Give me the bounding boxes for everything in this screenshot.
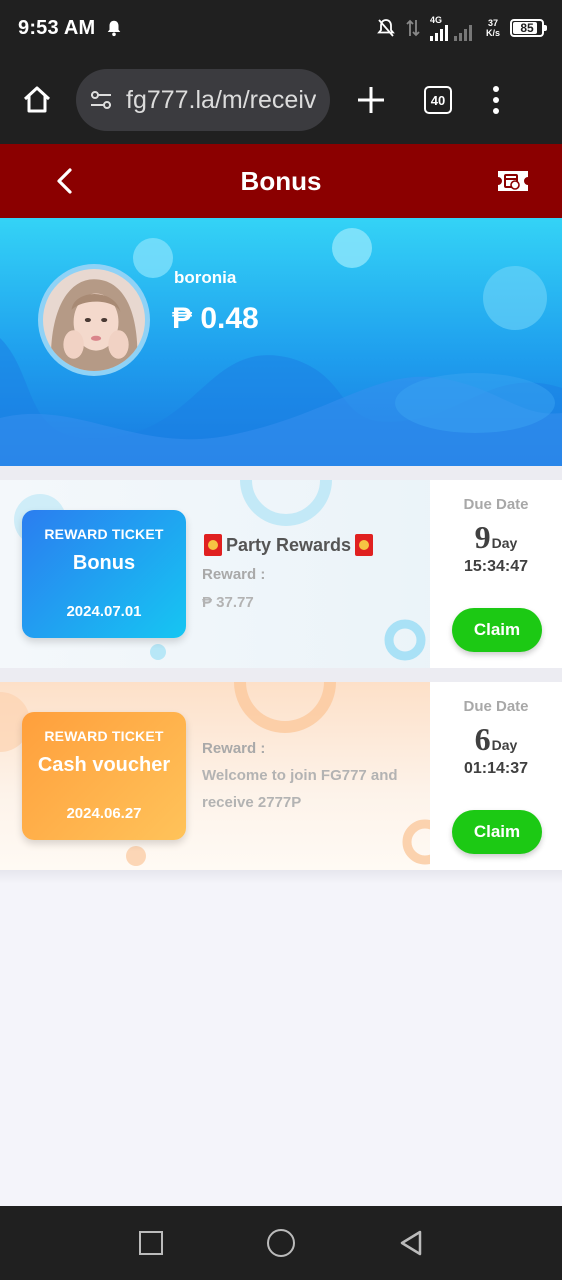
due-date-panel: Due Date 6 Day 01:14:37 Claim — [430, 682, 562, 870]
reward-value: ₱ 37.77 — [202, 594, 254, 611]
home-nav-button[interactable] — [267, 1229, 295, 1257]
network-speed: 37 K/s — [485, 18, 500, 38]
app-header: Bonus — [0, 144, 562, 218]
mute-bell-icon — [377, 19, 395, 37]
tab-switcher-button[interactable]: 40 — [424, 86, 452, 114]
status-bar: 9:53 AM 4G 37 K/s 85 — [0, 0, 562, 56]
back-arrow-icon[interactable] — [52, 166, 78, 196]
reward-label: Reward : — [202, 566, 266, 583]
url-text[interactable]: fg777.la/m/receiv — [126, 86, 316, 115]
new-tab-icon[interactable] — [354, 83, 388, 117]
due-days: 9 Day — [474, 519, 518, 555]
countdown-timer: 01:14:37 — [463, 760, 529, 777]
reward-label: Reward : — [202, 740, 266, 757]
battery-level: 85 — [520, 21, 534, 35]
reward-ticket: REWARD TICKET Bonus 2024.07.01 — [22, 510, 186, 638]
profile-banner: boronia ₱ 0.48 — [0, 218, 562, 466]
signal-icon — [429, 24, 472, 41]
browser-toolbar: fg777.la/m/receiv 40 — [0, 56, 562, 144]
reward-ticket: REWARD TICKET Cash voucher 2024.06.27 — [22, 712, 186, 840]
username: boronia — [174, 268, 237, 287]
balance-amount: ₱ 0.48 — [172, 302, 259, 335]
promo-title: Party Rewards — [204, 534, 374, 556]
empty-area — [0, 870, 562, 1206]
ticket-history-icon[interactable] — [496, 168, 530, 194]
promo-title-text: Party Rewards — [226, 534, 352, 555]
system-nav-bar — [0, 1206, 562, 1280]
ticket-date: 2024.07.01 — [66, 603, 142, 620]
ticket-date: 2024.06.27 — [66, 805, 142, 822]
recents-button[interactable] — [139, 1231, 163, 1255]
page-title: Bonus — [240, 165, 322, 196]
data-arrows-icon — [406, 19, 420, 37]
address-bar[interactable]: fg777.la/m/receiv — [76, 69, 330, 131]
home-button[interactable] — [18, 81, 56, 119]
countdown-timer: 15:34:47 — [463, 558, 529, 575]
network-type: 4G — [429, 14, 442, 25]
notification-bell-icon — [108, 20, 121, 37]
avatar-photo — [43, 269, 145, 371]
ticket-name: Cash voucher — [37, 754, 171, 776]
site-settings-icon[interactable] — [88, 87, 114, 113]
due-date-panel: Due Date 9 Day 15:34:47 Claim — [430, 480, 562, 668]
due-days: 6 Day — [474, 721, 518, 757]
reward-value: Welcome to join FG777 and receive 2777P — [202, 767, 398, 811]
reward-card: REWARD TICKET Cash voucher 2024.06.27 Re… — [0, 682, 562, 870]
back-triangle-icon[interactable] — [399, 1230, 423, 1256]
avatar — [38, 264, 150, 376]
more-menu-icon[interactable] — [492, 86, 500, 114]
ticket-type: REWARD TICKET — [44, 526, 164, 542]
red-envelope-icon — [204, 534, 222, 556]
due-date-label: Due Date — [463, 496, 529, 513]
battery-icon: 85 — [510, 19, 547, 37]
due-date-label: Due Date — [463, 698, 529, 715]
red-envelope-icon — [355, 534, 374, 556]
section-divider — [0, 668, 562, 682]
ticket-name: Bonus — [72, 552, 136, 574]
section-divider — [0, 466, 562, 480]
reward-card: REWARD TICKET Bonus 2024.07.01 Party Rew… — [0, 480, 562, 668]
status-time: 9:53 AM — [18, 16, 96, 39]
ticket-type: REWARD TICKET — [44, 728, 164, 744]
claim-button[interactable]: Claim — [452, 810, 542, 854]
claim-button[interactable]: Claim — [452, 608, 542, 652]
home-icon — [23, 86, 51, 113]
